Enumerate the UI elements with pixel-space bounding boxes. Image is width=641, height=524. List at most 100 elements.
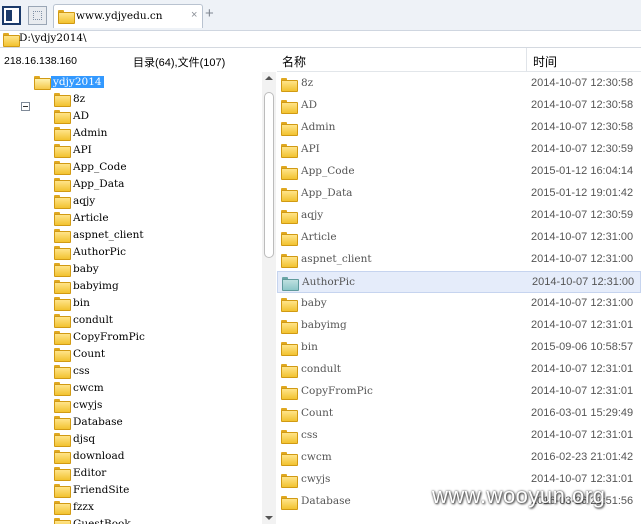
tree-item[interactable]: CopyFromPic: [54, 328, 145, 345]
tree-item[interactable]: cwcm: [54, 379, 104, 396]
new-tab-button[interactable]: +: [205, 5, 214, 22]
folder-icon: [54, 330, 71, 345]
folder-icon: [54, 381, 71, 396]
list-row[interactable]: CopyFromPic 2014-10-07 12:31:01: [277, 381, 641, 403]
list-row[interactable]: babyimg 2014-10-07 12:31:01: [277, 315, 641, 337]
list-row[interactable]: aqjy 2014-10-07 12:30:59: [277, 205, 641, 227]
tree-item[interactable]: Database: [54, 413, 123, 430]
tree-item[interactable]: Article: [54, 209, 109, 226]
tree-item[interactable]: download: [54, 447, 124, 464]
list-row[interactable]: Count 2016-03-01 15:29:49: [277, 403, 641, 425]
panel-toggle-button[interactable]: [2, 6, 21, 25]
tree-item[interactable]: aqjy: [54, 192, 95, 209]
tree-item[interactable]: djsq: [54, 430, 95, 447]
file-name: bin: [301, 341, 318, 353]
list-row[interactable]: cwcm 2016-02-23 21:01:42: [277, 447, 641, 469]
tree-item-label: AuthorPic: [73, 245, 126, 258]
file-time: 2014-10-07 12:31:00: [531, 297, 634, 309]
tree-item[interactable]: GuestBook: [54, 515, 131, 524]
tree-item[interactable]: AD: [54, 107, 89, 124]
folder-icon: [58, 10, 75, 24]
tab-label: www.ydjyedu.cn: [76, 10, 163, 22]
list-row[interactable]: condult 2014-10-07 12:31:01: [277, 359, 641, 381]
file-time: 2016-03-01 15:29:49: [531, 407, 634, 419]
folder-icon: [3, 33, 20, 47]
file-time: 2014-10-07 12:31:01: [531, 363, 634, 375]
tree-item[interactable]: baby: [54, 260, 99, 277]
list-row[interactable]: App_Code 2015-01-12 16:04:14: [277, 161, 641, 183]
close-icon[interactable]: ×: [191, 9, 197, 21]
tree-item[interactable]: API: [54, 141, 92, 158]
folder-icon: [281, 188, 298, 202]
folder-icon: [54, 313, 71, 328]
tree-item-label: condult: [73, 313, 114, 326]
tree-item[interactable]: FriendSite: [54, 481, 129, 498]
select-mode-button[interactable]: [28, 6, 47, 25]
tab-site[interactable]: www.ydjyedu.cn ×: [53, 4, 203, 28]
folder-icon: [54, 449, 71, 464]
file-time: 2014-10-07 12:31:01: [531, 319, 634, 331]
tree-item[interactable]: condult: [54, 311, 113, 328]
tree-item-label: GuestBook: [73, 517, 131, 524]
file-time: 2014-10-07 12:31:01: [531, 429, 634, 441]
tree-item-label: aspnet_client: [73, 228, 144, 241]
tree-item[interactable]: cwyjs: [54, 396, 102, 413]
list-row[interactable]: 8z 2014-10-07 12:30:58: [277, 73, 641, 95]
path-bar[interactable]: D:\ydjy2014\: [0, 31, 641, 48]
tree-item[interactable]: aspnet_client: [54, 226, 144, 243]
file-time: 2014-10-07 12:30:58: [531, 99, 634, 111]
list-row[interactable]: App_Data 2015-01-12 19:01:42: [277, 183, 641, 205]
tree-item-label: Article: [73, 211, 109, 224]
folder-icon: [54, 364, 71, 379]
list-row[interactable]: API 2014-10-07 12:30:59: [277, 139, 641, 161]
column-time-header[interactable]: 时间: [533, 53, 557, 70]
tree-item[interactable]: Editor: [54, 464, 106, 481]
file-name: cwcm: [301, 451, 332, 463]
folder-icon: [54, 160, 71, 175]
file-name: condult: [301, 363, 342, 375]
file-time: 2014-10-07 12:31:01: [531, 385, 634, 397]
list-row[interactable]: baby 2014-10-07 12:31:00: [277, 293, 641, 315]
file-name: cwyjs: [301, 473, 331, 485]
tree-item[interactable]: babyimg: [54, 277, 119, 294]
tree-item[interactable]: 8z: [54, 90, 85, 107]
column-name-header[interactable]: 名称: [282, 53, 306, 70]
list-row[interactable]: bin 2015-09-06 10:58:57: [277, 337, 641, 359]
file-name: App_Data: [301, 187, 353, 199]
file-time: 2014-10-07 12:31:00: [532, 276, 635, 288]
tree-item[interactable]: css: [54, 362, 90, 379]
folder-icon: [281, 100, 298, 114]
list-row[interactable]: aspnet_client 2014-10-07 12:31:00: [277, 249, 641, 271]
tree-item[interactable]: fzzx: [54, 498, 94, 515]
tree-item-label: bin: [73, 296, 90, 309]
folder-icon: [54, 500, 71, 515]
file-name: Article: [301, 231, 337, 243]
folder-icon: [54, 517, 71, 524]
folder-icon: [281, 78, 298, 92]
tree-item[interactable]: Count: [54, 345, 105, 362]
list-row[interactable]: AuthorPic 2014-10-07 12:31:00: [277, 271, 641, 293]
scroll-down-icon[interactable]: [265, 516, 273, 520]
list-row[interactable]: Article 2014-10-07 12:31:00: [277, 227, 641, 249]
file-name: Admin: [301, 121, 336, 133]
list-row[interactable]: AD 2014-10-07 12:30:58: [277, 95, 641, 117]
folder-icon: [54, 432, 71, 447]
folder-icon: [281, 320, 298, 334]
tree-item[interactable]: App_Data: [54, 175, 124, 192]
tree-item[interactable]: AuthorPic: [54, 243, 126, 260]
tree-item[interactable]: App_Code: [54, 158, 127, 175]
list-row[interactable]: Admin 2014-10-07 12:30:58: [277, 117, 641, 139]
folder-icon: [54, 483, 71, 498]
tree-item-label: cwcm: [73, 381, 104, 394]
column-divider[interactable]: [526, 48, 527, 72]
collapse-icon[interactable]: [21, 102, 30, 111]
file-name: App_Code: [301, 165, 355, 177]
tree-item[interactable]: bin: [54, 294, 90, 311]
tree-scrollbar[interactable]: [262, 72, 276, 524]
scroll-thumb[interactable]: [264, 92, 274, 258]
folder-icon: [54, 262, 71, 277]
scroll-up-icon[interactable]: [265, 76, 273, 80]
list-row[interactable]: css 2014-10-07 12:31:01: [277, 425, 641, 447]
tree-root[interactable]: ydjy2014: [34, 73, 104, 90]
tree-item[interactable]: Admin: [54, 124, 107, 141]
